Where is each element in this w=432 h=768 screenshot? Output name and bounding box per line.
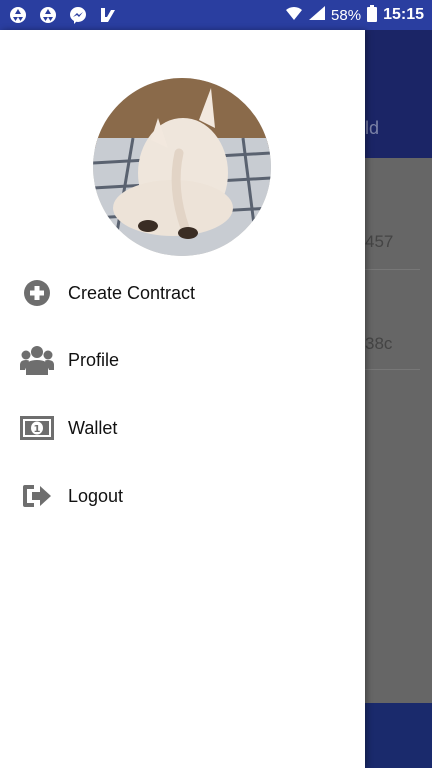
- system-status: 58% 15:15: [285, 4, 424, 26]
- avatar[interactable]: [93, 78, 271, 256]
- menu-label: Logout: [68, 485, 124, 506]
- aperture-icon: [8, 5, 28, 25]
- money-bill-icon: 1: [20, 411, 54, 445]
- menu-item-logout[interactable]: Logout: [0, 468, 365, 524]
- messenger-icon: [68, 5, 88, 25]
- toolbar-title: ld: [365, 118, 380, 138]
- divider: [365, 269, 420, 270]
- menu-label: Profile: [68, 349, 120, 370]
- list-item: 457: [365, 232, 394, 251]
- svg-text:1: 1: [34, 424, 41, 435]
- battery-percent: 58%: [331, 6, 362, 24]
- menu-item-wallet[interactable]: 1 Wallet: [0, 400, 365, 456]
- battery-icon: [367, 4, 378, 26]
- clock: 15:15: [383, 6, 424, 23]
- wifi-icon: [285, 5, 303, 25]
- signal-icon: [309, 6, 326, 24]
- status-bar: 58% 15:15: [0, 0, 432, 30]
- menu-label: Wallet: [68, 417, 118, 438]
- navigation-drawer: Create Contract Profile 1 Wallet Logout: [0, 30, 365, 768]
- menu-item-profile[interactable]: Profile: [0, 332, 365, 388]
- aperture-icon: [38, 5, 58, 25]
- plus-circle-icon: [20, 276, 54, 310]
- divider: [365, 369, 420, 370]
- list-item: 38c: [365, 334, 393, 353]
- users-icon: [20, 343, 54, 377]
- app-notification-icon: [98, 5, 118, 25]
- notification-icons: [8, 5, 118, 25]
- sign-out-icon: [20, 479, 54, 513]
- menu-label: Create Contract: [68, 282, 196, 303]
- menu-item-create-contract[interactable]: Create Contract: [0, 265, 365, 321]
